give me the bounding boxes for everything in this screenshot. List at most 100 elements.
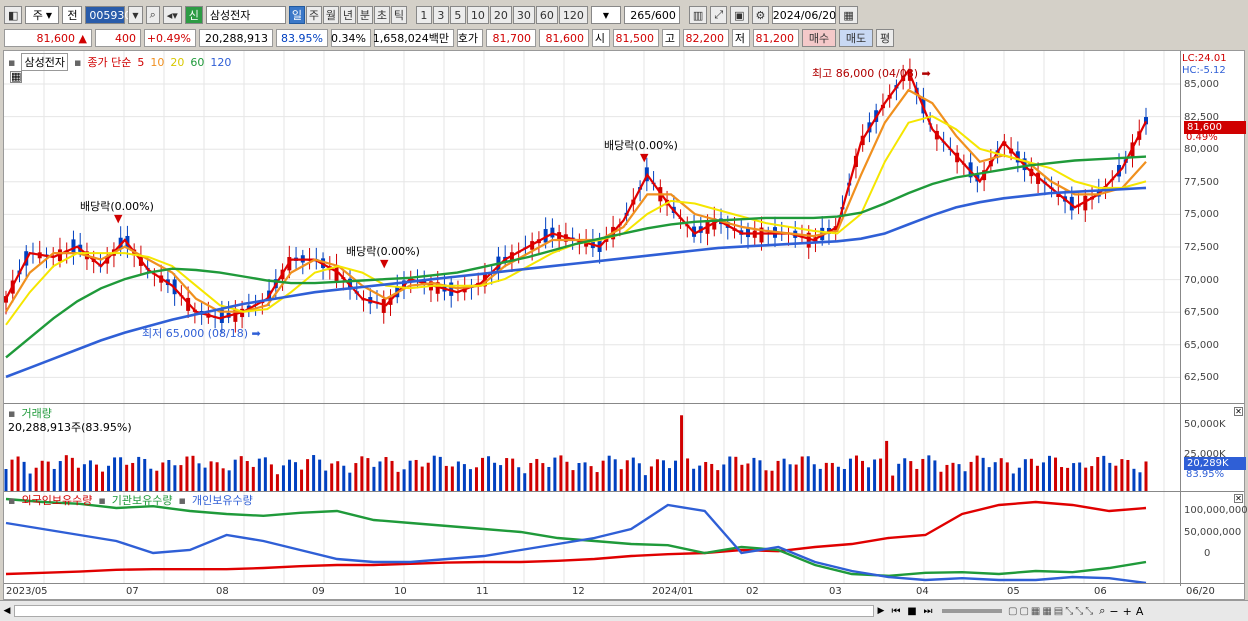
volume-bar <box>1120 459 1124 491</box>
volume-chart[interactable] <box>4 405 1180 491</box>
volume-bar <box>867 467 871 491</box>
holding-line-3 <box>5 503 1147 583</box>
count-field[interactable]: 265/600 <box>623 6 680 24</box>
period-tab[interactable]: 분 <box>356 6 373 24</box>
close-panel-icon[interactable]: ✕ <box>1234 494 1243 503</box>
volume-bar <box>22 461 26 491</box>
volume-bar <box>625 460 629 491</box>
period-tab[interactable]: 주 <box>305 6 322 24</box>
foreign-holding-label[interactable]: 외국인보유수량 <box>21 492 92 508</box>
volume-bar <box>306 459 310 491</box>
code-dropdown-icon[interactable]: ▼ <box>128 6 143 24</box>
volume-bar <box>601 460 605 491</box>
ma120-label[interactable]: 120 <box>210 56 231 69</box>
hc-label: HC:-5.12 <box>1182 65 1226 76</box>
volume-bar <box>939 471 943 491</box>
font-size-icon[interactable]: A <box>1136 605 1144 618</box>
volume-bar <box>674 460 678 491</box>
chart-menu-icon[interactable]: ◧ <box>4 6 23 24</box>
x-tick-label: 06 <box>1094 586 1107 597</box>
plus-icon[interactable]: + <box>1123 605 1132 618</box>
price-legend: ▪ 삼성전자 ▪ 종가 단순 5 10 20 60 120 <box>8 53 231 71</box>
ma20-label[interactable]: 20 <box>170 56 184 69</box>
gear-icon[interactable]: ⚙ <box>751 6 770 24</box>
volume-bar <box>294 462 298 491</box>
legend-square-icon: ▪ <box>73 55 82 69</box>
price-tick-label: 65,000 <box>1184 339 1219 351</box>
ma-title[interactable]: 종가 단순 <box>87 54 131 70</box>
scroll-track[interactable] <box>14 605 874 617</box>
first-icon[interactable]: ⏮ <box>888 606 904 617</box>
trade-amount: 1,658,024백만 <box>373 29 454 47</box>
calendar-icon[interactable]: ▦ <box>839 6 858 24</box>
volume-bar <box>1072 463 1076 491</box>
stock-code-input[interactable]: 005930 <box>85 6 131 24</box>
zoom-out-icon[interactable]: ⌕ <box>1099 604 1105 618</box>
minute-unit-button[interactable]: 10 <box>466 6 489 24</box>
scroll-right-icon[interactable]: ▶ <box>874 606 888 616</box>
zoom-slider[interactable] <box>942 609 1002 613</box>
save-icon[interactable]: ▣ <box>730 6 749 24</box>
buy-button[interactable]: 매수 <box>802 29 836 47</box>
volume-bar <box>764 470 768 491</box>
individual-holding-label[interactable]: 개인보유수량 <box>192 492 253 508</box>
draw-tool-icon[interactable]: ⤢ <box>710 6 728 24</box>
volume-bar <box>10 459 14 491</box>
stock-name-field[interactable]: 삼성전자 <box>205 6 286 24</box>
search-icon[interactable]: ⌕ <box>145 6 160 24</box>
market-type[interactable]: 전 <box>62 6 83 24</box>
volume-bar <box>1035 465 1039 491</box>
volume-bar <box>107 465 111 491</box>
volume-bar <box>885 440 889 491</box>
chart-area[interactable]: ▪ 삼성전자 ▪ 종가 단순 5 10 20 60 120 ▦ LC:24.01… <box>3 50 1248 600</box>
volume-bar <box>330 463 334 491</box>
volume-bar <box>101 471 105 491</box>
layout-icons[interactable]: ▢▢▦▦▤⤡⤡⤡ <box>1008 606 1095 617</box>
bottom-scrollbar[interactable]: ◀ ▶ ⏮ ■ ⏭ ▢▢▦▦▤⤡⤡⤡ ⌕ − + A <box>0 600 1248 621</box>
market-select[interactable]: 주 ▼ <box>25 6 60 24</box>
volume-bar <box>1078 462 1082 491</box>
play-icon[interactable]: ⏭ <box>920 606 936 617</box>
period-tab[interactable]: 초 <box>373 6 390 24</box>
sell-button[interactable]: 매도 <box>839 29 873 47</box>
institution-holding-label[interactable]: 기관보유수량 <box>112 492 173 508</box>
table-icon[interactable]: ▦ <box>10 71 23 83</box>
evaluate-button[interactable]: 평 <box>876 29 894 47</box>
minute-unit-button[interactable]: 1 <box>415 6 432 24</box>
minus-icon[interactable]: − <box>1109 605 1118 618</box>
period-tab[interactable]: 월 <box>322 6 339 24</box>
stock-name-label[interactable]: 삼성전자 <box>21 53 68 71</box>
minute-unit-button[interactable]: 30 <box>512 6 535 24</box>
volume-bar <box>113 457 117 491</box>
ma5-label[interactable]: 5 <box>137 56 144 69</box>
minute-unit-button[interactable]: 3 <box>432 6 449 24</box>
volume-bar <box>384 457 388 491</box>
period-tab[interactable]: 년 <box>339 6 356 24</box>
minute-unit-button[interactable]: 60 <box>535 6 558 24</box>
volume-bar <box>251 466 255 491</box>
ma10-label[interactable]: 10 <box>150 56 164 69</box>
price-chart[interactable] <box>4 51 1180 403</box>
date-field[interactable]: 2024/06/20 <box>772 6 837 24</box>
ma60-label[interactable]: 60 <box>190 56 204 69</box>
scroll-left-icon[interactable]: ◀ <box>0 606 14 616</box>
last-price-percent: 0.49% <box>1186 132 1218 143</box>
volume-bar <box>300 469 304 491</box>
arrow-right-icon: ➡ <box>921 67 931 80</box>
legend-square-icon: ▪ <box>8 493 16 507</box>
period-tab[interactable]: 틱 <box>390 6 407 24</box>
volume-bar <box>897 463 901 491</box>
unit-dropdown[interactable]: ▼ <box>590 6 621 24</box>
speaker-icon[interactable]: ◂▾ <box>162 6 182 24</box>
volume-bar <box>263 457 267 491</box>
volume-bar <box>842 468 846 491</box>
minute-unit-button[interactable]: 120 <box>558 6 588 24</box>
volume-bar <box>426 462 430 491</box>
period-tab[interactable]: 일 <box>288 6 305 24</box>
stop-icon[interactable]: ■ <box>904 606 920 617</box>
close-panel-icon[interactable]: ✕ <box>1234 407 1243 416</box>
minute-unit-button[interactable]: 20 <box>489 6 512 24</box>
minute-unit-button[interactable]: 5 <box>449 6 466 24</box>
volume-bar <box>806 456 810 491</box>
chart-type-icon[interactable]: ▥ <box>688 6 708 24</box>
